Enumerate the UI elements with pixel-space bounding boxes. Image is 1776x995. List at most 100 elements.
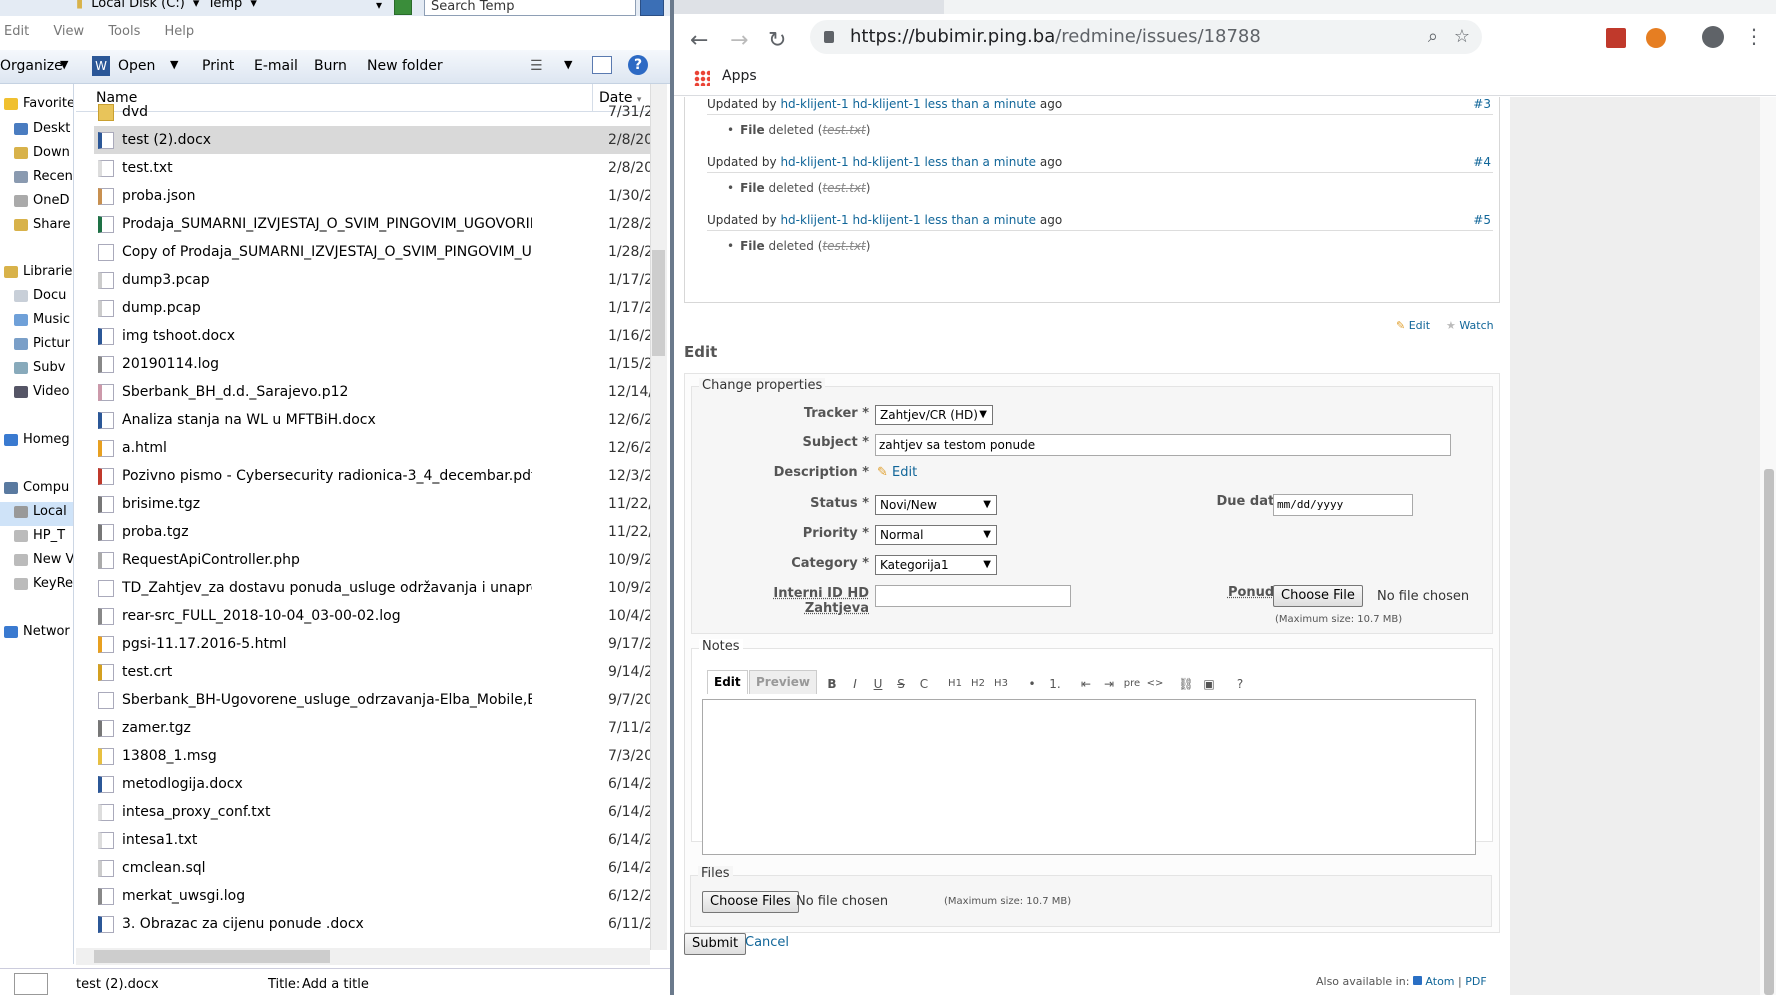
h2-icon[interactable]: H2 <box>968 673 988 693</box>
link-icon[interactable]: ⛓ <box>1176 673 1196 693</box>
h1-icon[interactable]: H1 <box>945 673 965 693</box>
file-row[interactable]: Sberbank_BH_d.d._Sarajevo.p12 12/14/20 <box>94 378 650 406</box>
file-row[interactable]: 3. Obrazac za cijenu ponude .docx 6/11/20 <box>94 910 650 938</box>
pdf-link[interactable]: PDF <box>1465 975 1486 988</box>
vertical-scrollbar[interactable] <box>650 84 667 950</box>
underline-icon[interactable]: U <box>868 673 888 693</box>
vertical-scrollbar-thumb[interactable] <box>652 250 665 356</box>
horizontal-scrollbar-thumb[interactable] <box>94 950 330 963</box>
chevron-down-icon[interactable]: ▼ <box>60 58 68 71</box>
file-row[interactable]: rear-src_FULL_2018-10-04_03-00-02.log 10/… <box>94 602 650 630</box>
nav-pictures[interactable]: Pictur <box>14 336 70 351</box>
due-date-input[interactable]: mm/dd/yyyy <box>1273 494 1413 516</box>
refresh-icon[interactable] <box>394 0 412 15</box>
nav-documents[interactable]: Docu <box>14 288 66 303</box>
journal-user-link[interactable]: hd-klijent-1 <box>852 155 920 169</box>
code-icon[interactable]: C <box>914 673 934 693</box>
file-row[interactable]: Copy of Prodaja_SUMARNI_IZVJESTAJ_O_SVIM… <box>94 238 650 266</box>
journal-time-link[interactable]: less than a minute <box>924 155 1036 169</box>
title-value[interactable]: Add a title <box>302 977 369 992</box>
atom-link[interactable]: Atom <box>1412 975 1455 988</box>
file-row[interactable]: TD_Zahtjev_za dostavu ponuda_usluge održ… <box>94 574 650 602</box>
journal-number-link[interactable]: #4 <box>1473 155 1491 169</box>
pdf-extension-icon[interactable] <box>1606 28 1626 48</box>
image-icon[interactable]: ▣ <box>1199 673 1219 693</box>
nav-network[interactable]: Networ <box>4 624 70 639</box>
notes-preview-tab[interactable]: Preview <box>749 670 818 694</box>
submit-button[interactable]: Submit <box>684 933 747 955</box>
file-row[interactable]: 13808_1.msg 7/3/2018 <box>94 742 650 770</box>
journal-time-link[interactable]: less than a minute <box>924 213 1036 227</box>
forward-icon[interactable]: → <box>730 30 748 52</box>
ponuda-choose-file-button[interactable]: Choose File <box>1273 585 1363 607</box>
chevron-down-icon[interactable]: ▾ <box>193 0 200 11</box>
notes-textarea[interactable] <box>702 699 1476 855</box>
journal-user-link[interactable]: hd-klijent-1 <box>780 97 848 111</box>
breadcrumb-item[interactable]: Temp <box>208 0 243 11</box>
nav-libraries[interactable]: Librarie <box>4 264 72 279</box>
cancel-link[interactable]: Cancel <box>745 935 789 950</box>
journal-user-link[interactable]: hd-klijent-1 <box>852 97 920 111</box>
active-tab[interactable] <box>944 0 1776 14</box>
view-options-icon[interactable]: ☰ <box>530 58 543 74</box>
burn-button[interactable]: Burn <box>314 58 347 74</box>
nav-downloads[interactable]: Down <box>14 145 70 160</box>
apps-bookmark[interactable]: Apps <box>722 68 757 84</box>
file-row[interactable]: Prodaja_SUMARNI_IZVJESTAJ_O_SVIM_PINGOVI… <box>94 210 650 238</box>
chevron-down-icon[interactable]: ▼ <box>564 58 572 71</box>
reload-icon[interactable]: ↻ <box>768 30 786 52</box>
file-row[interactable]: merkat_uwsgi.log 6/12/20 <box>94 882 650 910</box>
breadcrumb[interactable]: ▮ Local Disk (C:) ▾ Temp ▾ <box>76 0 261 11</box>
file-row[interactable]: brisime.tgz 11/22/20 <box>94 490 650 518</box>
edit-link[interactable]: ✎ Edit <box>1396 319 1430 332</box>
file-row[interactable]: Pozivno pismo - Cybersecurity radionica-… <box>94 462 650 490</box>
file-row[interactable]: proba.json 1/30/20 <box>94 182 650 210</box>
menu-view[interactable]: View <box>53 24 84 39</box>
italic-icon[interactable]: I <box>845 673 865 693</box>
nav-subversion[interactable]: Subv <box>14 360 65 375</box>
file-row[interactable]: dvd 7/31/20 <box>94 98 650 126</box>
ul-icon[interactable]: • <box>1022 673 1042 693</box>
menu-help[interactable]: Help <box>165 24 195 39</box>
inline-code-icon[interactable]: <> <box>1145 673 1165 693</box>
nav-favorites[interactable]: Favorite <box>4 96 73 111</box>
status-select[interactable]: Novi/New ▼ <box>875 495 997 515</box>
file-row[interactable]: test (2).docx 2/8/2019 <box>94 126 650 154</box>
file-row[interactable]: Sberbank_BH-Ugovorene_usluge_odrzavanja-… <box>94 686 650 714</box>
choose-files-button[interactable]: Choose Files <box>702 891 799 913</box>
organize-button[interactable]: Organize <box>0 58 63 74</box>
file-row[interactable]: zamer.tgz 7/11/20 <box>94 714 650 742</box>
journal-user-link[interactable]: hd-klijent-1 <box>780 155 848 169</box>
menu-edit[interactable]: Edit <box>4 24 29 39</box>
journal-user-link[interactable]: hd-klijent-1 <box>780 213 848 227</box>
file-row[interactable]: RequestApiController.php 10/9/20 <box>94 546 650 574</box>
chevron-down-icon[interactable]: ▼ <box>170 58 178 71</box>
menu-tools[interactable]: Tools <box>108 24 140 39</box>
file-row[interactable]: intesa1.txt 6/14/20 <box>94 826 650 854</box>
back-icon[interactable]: ← <box>690 30 708 52</box>
zoom-icon[interactable]: ⌕ <box>1428 20 1438 54</box>
nav-keyre[interactable]: KeyRe <box>14 576 73 591</box>
file-row[interactable]: a.html 12/6/20 <box>94 434 650 462</box>
outdent-icon[interactable]: ⇤ <box>1076 673 1096 693</box>
file-row[interactable]: test.txt 2/8/2019 <box>94 154 650 182</box>
apps-grid-icon[interactable] <box>694 70 710 86</box>
tracker-select[interactable]: Zahtjev/CR (HD) ▼ <box>875 405 993 425</box>
search-icon[interactable] <box>640 0 664 16</box>
file-row[interactable]: dump3.pcap 1/17/20 <box>94 266 650 294</box>
menu-kebab-icon[interactable]: ⋮ <box>1744 24 1764 48</box>
nav-hp-drive[interactable]: HP_T <box>14 528 65 543</box>
strike-icon[interactable]: S <box>891 673 911 693</box>
file-row[interactable]: pgsi-11.17.2016-5.html 9/17/20 <box>94 630 650 658</box>
file-row[interactable]: dump.pcap 1/17/20 <box>94 294 650 322</box>
file-row[interactable]: cmclean.sql 6/14/20 <box>94 854 650 882</box>
search-input[interactable]: Search Temp <box>424 0 636 16</box>
bold-icon[interactable]: B <box>822 673 842 693</box>
chevron-down-icon[interactable]: ▾ <box>250 0 257 11</box>
journal-user-link[interactable]: hd-klijent-1 <box>852 213 920 227</box>
nav-music[interactable]: Music <box>14 312 70 327</box>
file-row[interactable]: metodlogija.docx 6/14/20 <box>94 770 650 798</box>
new-folder-button[interactable]: New folder <box>367 58 443 74</box>
file-row[interactable]: 20190114.log 1/15/20 <box>94 350 650 378</box>
nav-onedrive[interactable]: OneD <box>14 193 69 208</box>
